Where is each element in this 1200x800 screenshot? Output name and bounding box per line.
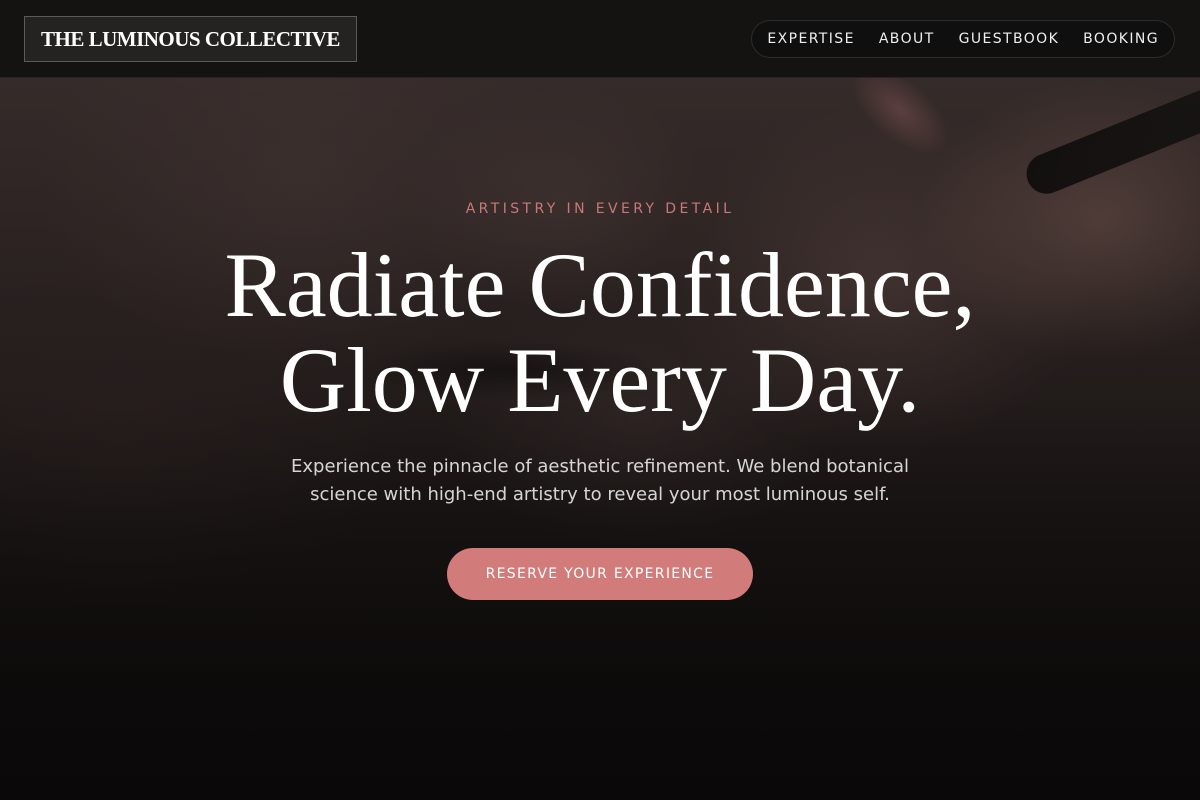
hero-eyebrow: ARTISTRY IN EVERY DETAIL [465,201,735,217]
hero-headline-line-1: Radiate Confidence, [224,234,976,336]
hero-subtext: Experience the pinnacle of aesthetic ref… [291,456,909,505]
hero-section: ARTISTRY IN EVERY DETAIL Radiate Confide… [0,0,1200,800]
hero-headline: Radiate Confidence, Glow Every Day. [0,238,1200,428]
reserve-button[interactable]: RESERVE YOUR EXPERIENCE [447,548,753,600]
hero-headline-line-2: Glow Every Day. [279,329,921,431]
